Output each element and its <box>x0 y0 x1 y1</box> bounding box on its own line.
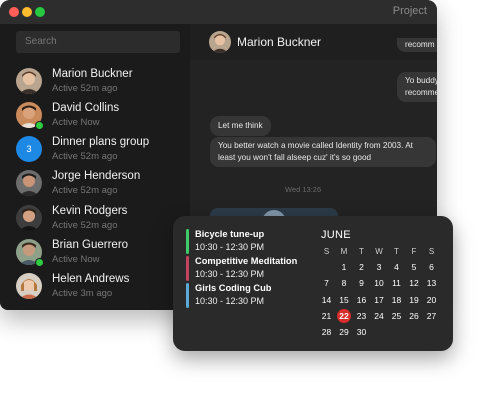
weekday-label: F <box>411 247 417 256</box>
event-color-bar <box>186 256 189 281</box>
window-title: Project <box>392 5 427 17</box>
weekday-label: T <box>359 247 364 256</box>
contact-status: Active 3m ago <box>52 288 113 299</box>
calendar-day[interactable]: 6 <box>423 261 440 274</box>
minimize-window-button[interactable] <box>22 7 32 17</box>
event-time: 10:30 - 12:30 PM <box>195 296 265 306</box>
calendar-day[interactable]: 29 <box>336 326 353 339</box>
calendar-day[interactable]: 4 <box>388 261 405 274</box>
calendar-day[interactable]: 12 <box>406 277 423 290</box>
calendar-empty-cell <box>406 326 423 339</box>
calendar-day[interactable]: 27 <box>423 310 440 323</box>
contact-name: Brian Guerrero <box>52 239 129 251</box>
contact-item-brian-guerrero[interactable]: Brian Guerrero Active Now <box>16 239 190 269</box>
calendar-day[interactable]: 11 <box>388 277 405 290</box>
contact-status: Active 52m ago <box>52 151 118 162</box>
contact-item-dinner-plans-group[interactable]: 3 Dinner plans group Active 52m ago <box>16 136 190 166</box>
contact-item-kevin-rodgers[interactable]: Kevin Rodgers Active 52m ago <box>16 205 190 235</box>
contact-status: Active 52m ago <box>52 83 118 94</box>
calendar-day[interactable]: 26 <box>406 310 423 323</box>
avatar <box>16 205 42 231</box>
calendar-day[interactable]: 9 <box>353 277 370 290</box>
calendar-empty-cell <box>388 326 405 339</box>
event-item[interactable]: Competitive Meditation 10:30 - 12:30 PM <box>186 256 316 281</box>
contact-name: Dinner plans group <box>52 136 150 148</box>
chat-contact-name: Marion Buckner <box>237 35 322 49</box>
contact-name: Marion Buckner <box>52 68 133 80</box>
calendar-day[interactable]: 3 <box>371 261 388 274</box>
calendar-day[interactable]: 30 <box>353 326 370 339</box>
calendar-empty-cell <box>423 326 440 339</box>
calendar-day[interactable]: 28 <box>318 326 335 339</box>
incoming-message: You better watch a movie called Identity… <box>210 137 436 167</box>
weekday-label: W <box>375 247 383 256</box>
contact-name: Jorge Henderson <box>52 170 141 182</box>
outgoing-message: recomm <box>397 38 437 52</box>
calendar-day[interactable]: 17 <box>371 294 388 307</box>
calendar-day[interactable]: 20 <box>423 294 440 307</box>
event-title: Bicycle tune-up <box>195 229 265 239</box>
search-input[interactable]: Search <box>16 31 180 53</box>
calendar-day[interactable]: 18 <box>388 294 405 307</box>
contact-status: Active 52m ago <box>52 185 118 196</box>
event-item[interactable]: Bicycle tune-up 10:30 - 12:30 PM <box>186 229 316 254</box>
calendar-grid: S M T W T F S 1 2 3 4 5 6 7 8 9 10 11 12 13 14 15 16 17 18 19 20 21… <box>318 245 444 339</box>
contact-item-marion-buckner[interactable]: Marion Buckner Active 52m ago <box>16 68 190 98</box>
calendar-day[interactable]: 1 <box>336 261 353 274</box>
event-color-bar <box>186 283 189 308</box>
weekday-label: S <box>428 247 435 256</box>
event-time: 10:30 - 12:30 PM <box>195 242 265 252</box>
calendar-day[interactable]: 5 <box>406 261 423 274</box>
event-item[interactable]: Girls Coding Cub 10:30 - 12:30 PM <box>186 283 316 308</box>
event-title: Girls Coding Cub <box>195 283 272 293</box>
calendar-day[interactable]: 21 <box>318 310 335 323</box>
calendar-widget: Bicycle tune-up 10:30 - 12:30 PM Competi… <box>173 216 453 351</box>
contact-name: Kevin Rodgers <box>52 205 128 217</box>
incoming-message: Let me think <box>210 116 271 136</box>
calendar-day[interactable]: 16 <box>353 294 370 307</box>
calendar-day[interactable]: 13 <box>423 277 440 290</box>
contact-status: Active 52m ago <box>52 220 118 231</box>
weekday-label: S <box>323 247 330 256</box>
calendar-day[interactable]: 15 <box>336 294 353 307</box>
calendar-day[interactable]: 2 <box>353 261 370 274</box>
contact-status: Active Now <box>52 117 100 128</box>
contact-name: Helen Andrews <box>52 273 130 285</box>
calendar-empty-cell <box>318 261 335 274</box>
weekday-label: M <box>340 247 348 256</box>
contact-item-helen-andrews[interactable]: Helen Andrews Active 3m ago <box>16 273 190 303</box>
contact-status: Active Now <box>52 254 100 265</box>
calendar-day[interactable]: 19 <box>406 294 423 307</box>
calendar-day[interactable]: 8 <box>336 277 353 290</box>
title-bar: Project <box>0 0 437 24</box>
avatar <box>16 273 42 299</box>
calendar-day-today[interactable]: 22 <box>337 309 351 324</box>
event-time: 10:30 - 12:30 PM <box>195 269 265 279</box>
avatar <box>16 170 42 196</box>
close-window-button[interactable] <box>9 7 19 17</box>
calendar-day[interactable]: 24 <box>371 310 388 323</box>
avatar <box>16 68 42 94</box>
event-title: Competitive Meditation <box>195 256 298 266</box>
zoom-window-button[interactable] <box>35 7 45 17</box>
calendar-day[interactable]: 10 <box>371 277 388 290</box>
calendar-empty-cell <box>371 326 388 339</box>
calendar-day[interactable]: 25 <box>388 310 405 323</box>
calendar-day[interactable]: 7 <box>318 277 335 290</box>
calendar-day[interactable]: 23 <box>353 310 370 323</box>
event-color-bar <box>186 229 189 254</box>
contacts-sidebar: Search Marion Buckner Active 52m ago Dav… <box>0 24 190 310</box>
weekday-label: T <box>394 247 399 256</box>
contact-item-jorge-henderson[interactable]: Jorge Henderson Active 52m ago <box>16 170 190 200</box>
group-avatar: 3 <box>16 136 42 162</box>
outgoing-message: Yo buddy recomme <box>397 72 437 102</box>
online-status-dot <box>35 258 44 267</box>
contact-name: David Collins <box>52 102 120 114</box>
avatar <box>209 31 231 53</box>
message-timestamp: Wed 13:26 <box>285 185 322 194</box>
calendar-month: JUNE <box>321 229 351 241</box>
calendar-day[interactable]: 14 <box>318 294 335 307</box>
online-status-dot <box>35 121 44 130</box>
contact-item-david-collins[interactable]: David Collins Active Now <box>16 102 190 132</box>
